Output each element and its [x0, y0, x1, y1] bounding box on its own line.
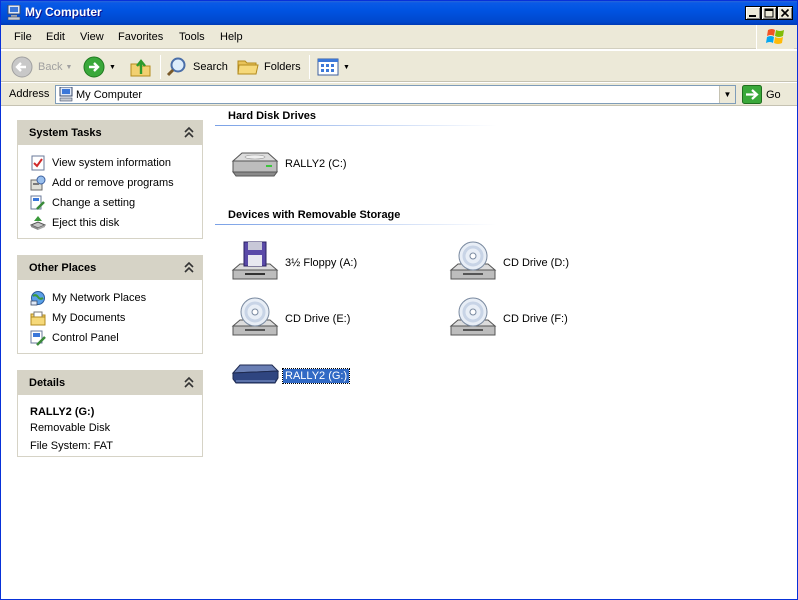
- address-value: My Computer: [76, 89, 143, 101]
- back-arrow-icon: [11, 56, 33, 78]
- group-title-hard-disk-drives: Hard Disk Drives: [228, 110, 317, 122]
- drive-label: RALLY2 (G:): [281, 368, 351, 384]
- computer-icon: [59, 87, 73, 102]
- menu-bar: File Edit View Favorites Tools Help: [1, 25, 797, 49]
- network-places-icon: [30, 291, 45, 306]
- task-view-system-information[interactable]: View system information: [30, 153, 202, 173]
- hard-disk-icon: [231, 152, 279, 177]
- minimize-icon: [749, 15, 756, 17]
- back-dropdown-icon[interactable]: ▼: [65, 64, 72, 71]
- add-remove-programs-icon: [30, 175, 46, 191]
- details-header[interactable]: Details: [18, 371, 202, 395]
- address-input[interactable]: My Computer ▼: [55, 85, 736, 104]
- collapse-chevron-icon[interactable]: [184, 376, 194, 388]
- drive-label: RALLY2 (C:): [285, 158, 347, 170]
- menu-tools[interactable]: Tools: [179, 31, 205, 43]
- address-bar: Address My Computer ▼ Go: [1, 83, 797, 106]
- place-control-panel[interactable]: Control Panel: [30, 328, 202, 348]
- drive-item-d[interactable]: CD Drive (D:): [448, 238, 571, 288]
- close-button[interactable]: [777, 6, 793, 20]
- details-name: RALLY2 (G:): [30, 406, 95, 418]
- floppy-drive-icon: [231, 241, 279, 280]
- standard-toolbar: Back ▼ ▼ Search Folders ▼: [1, 50, 797, 82]
- details-type: Removable Disk: [30, 422, 111, 434]
- back-button[interactable]: Back ▼: [10, 54, 72, 80]
- system-info-icon: [31, 155, 45, 171]
- maximize-button[interactable]: [761, 6, 777, 20]
- group-divider: [215, 125, 497, 126]
- eject-icon: [30, 216, 46, 230]
- place-my-network-places[interactable]: My Network Places: [30, 288, 202, 308]
- folders-icon: [237, 60, 259, 75]
- views-icon: [317, 58, 339, 76]
- system-tasks-header[interactable]: System Tasks: [18, 121, 202, 145]
- details-filesystem: File System: FAT: [30, 440, 113, 452]
- drive-item-e[interactable]: CD Drive (E:): [230, 294, 352, 344]
- control-panel-icon: [30, 330, 46, 346]
- system-tasks-panel: System Tasks View system information Add…: [17, 120, 203, 239]
- maximize-icon: [764, 8, 774, 18]
- chevron-down-icon: ▼: [723, 90, 732, 99]
- forward-arrow-icon: [83, 56, 105, 78]
- group-title-removable-storage: Devices with Removable Storage: [228, 209, 401, 221]
- drive-label: CD Drive (E:): [285, 313, 351, 325]
- title-bar[interactable]: My Computer: [1, 1, 797, 25]
- go-arrow-icon: [742, 85, 762, 104]
- drive-label: CD Drive (F:): [503, 313, 568, 325]
- cd-drive-icon: [449, 241, 497, 280]
- other-places-header[interactable]: Other Places: [18, 256, 202, 280]
- removable-disk-icon: [231, 364, 280, 384]
- views-button[interactable]: ▼: [316, 54, 350, 80]
- cd-drive-icon: [231, 297, 279, 336]
- other-places-panel: Other Places My Network Places My Docume…: [17, 255, 203, 354]
- windows-logo: [756, 25, 794, 49]
- menu-help[interactable]: Help: [220, 31, 243, 43]
- my-documents-icon: [30, 311, 46, 326]
- menu-favorites[interactable]: Favorites: [118, 31, 163, 43]
- drive-item-g[interactable]: RALLY2 (G:): [230, 351, 351, 401]
- search-button[interactable]: Search: [165, 54, 228, 80]
- drives-view: Hard Disk Drives RALLY2 (C:) Devices wit…: [213, 107, 797, 599]
- task-change-a-setting[interactable]: Change a setting: [30, 193, 202, 213]
- task-pane: System Tasks View system information Add…: [1, 107, 213, 599]
- task-eject-this-disk[interactable]: Eject this disk: [30, 213, 202, 233]
- search-icon: [166, 57, 186, 77]
- window-title: My Computer: [25, 5, 102, 19]
- computer-icon: [7, 5, 21, 20]
- toolbar-separator: [309, 55, 310, 79]
- minimize-button[interactable]: [745, 6, 761, 20]
- address-dropdown-button[interactable]: ▼: [719, 86, 735, 103]
- drive-label: 3½ Floppy (A:): [285, 257, 358, 269]
- menu-edit[interactable]: Edit: [46, 31, 65, 43]
- toolbar-separator: [160, 55, 161, 79]
- drive-item-a[interactable]: 3½ Floppy (A:): [230, 238, 359, 288]
- windows-flag-icon: [766, 29, 784, 44]
- change-setting-icon: [30, 195, 45, 210]
- task-add-remove-programs[interactable]: Add or remove programs: [30, 173, 202, 193]
- drive-label: CD Drive (D:): [503, 257, 569, 269]
- place-my-documents[interactable]: My Documents: [30, 308, 202, 328]
- group-divider: [215, 224, 497, 225]
- drive-item-f[interactable]: CD Drive (F:): [448, 294, 570, 344]
- menu-file[interactable]: File: [14, 31, 32, 43]
- close-icon: [780, 8, 790, 18]
- folders-button[interactable]: Folders: [236, 54, 301, 80]
- forward-button[interactable]: ▼: [82, 54, 116, 80]
- details-panel: Details RALLY2 (G:) Removable Disk File …: [17, 370, 203, 457]
- up-folder-icon: [130, 59, 151, 77]
- drive-item-c[interactable]: RALLY2 (C:): [230, 139, 349, 189]
- cd-drive-icon: [449, 297, 497, 336]
- collapse-chevron-icon[interactable]: [184, 126, 194, 138]
- my-computer-window: My Computer File Edit View Favorites Too…: [0, 0, 798, 600]
- views-dropdown-icon[interactable]: ▼: [343, 64, 350, 71]
- address-label: Address: [9, 88, 50, 100]
- collapse-chevron-icon[interactable]: [184, 261, 194, 273]
- up-folder-button[interactable]: [129, 54, 153, 80]
- forward-dropdown-icon[interactable]: ▼: [109, 64, 116, 71]
- menu-view[interactable]: View: [80, 31, 104, 43]
- go-button[interactable]: Go: [742, 84, 781, 105]
